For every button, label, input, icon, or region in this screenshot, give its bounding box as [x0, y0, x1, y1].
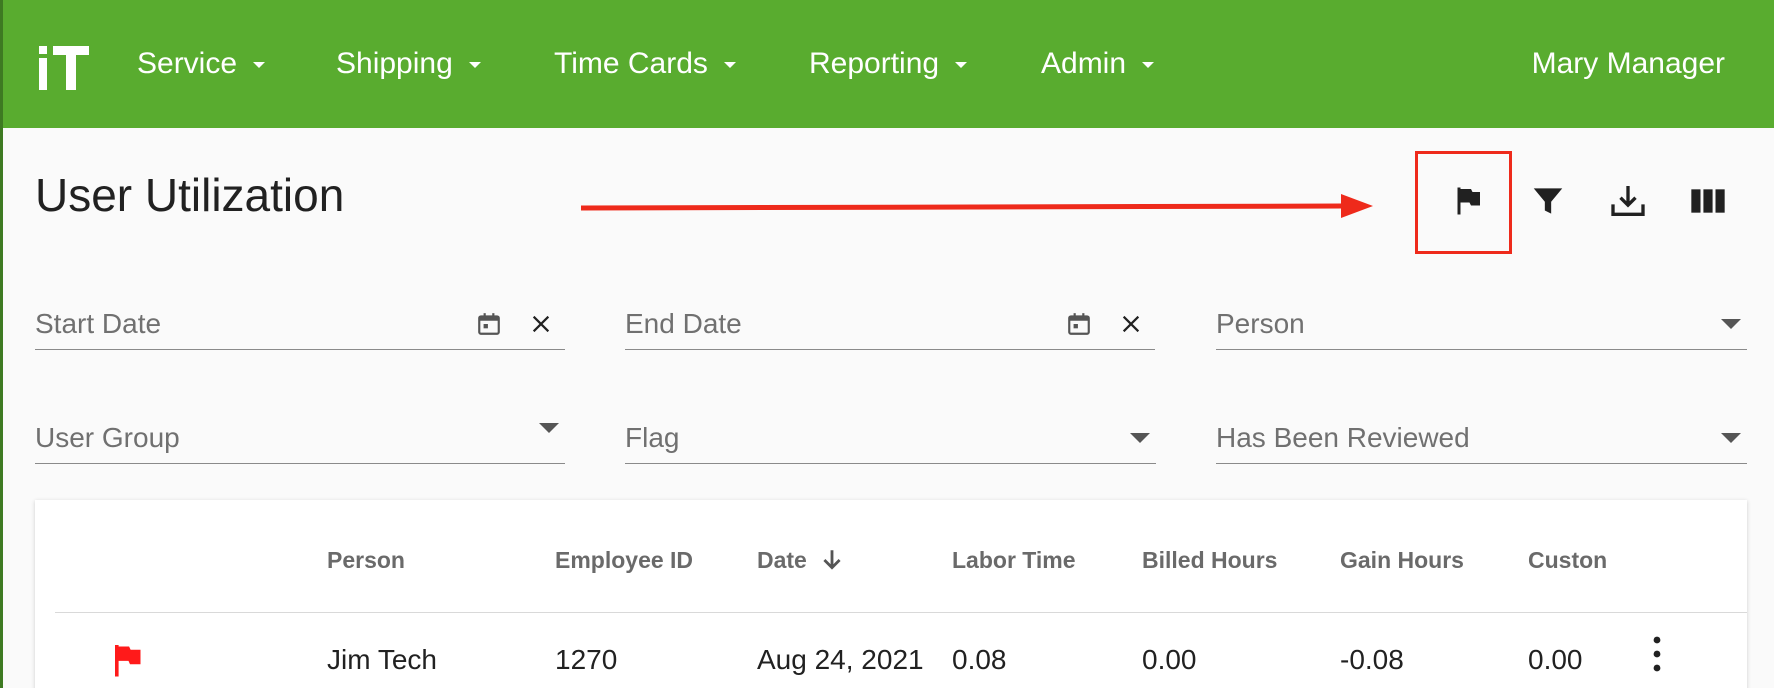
chevron-down-icon — [468, 62, 481, 68]
column-header-employee-id[interactable]: Employee ID — [555, 544, 693, 576]
chevron-down-icon — [955, 62, 968, 68]
cell-person: Jim Tech — [327, 644, 437, 675]
filter-icon — [1533, 188, 1563, 214]
person-select[interactable] — [1216, 294, 1747, 350]
clear-icon[interactable] — [527, 310, 555, 338]
nav-admin-label: Admin — [1041, 47, 1127, 80]
column-header-custom[interactable]: Custon — [1528, 544, 1607, 576]
column-header-label: Billed Hours — [1142, 546, 1278, 573]
end-date-input[interactable] — [625, 304, 1065, 344]
nav-shipping[interactable]: Shipping — [336, 44, 481, 84]
arrow-down-icon — [823, 550, 841, 570]
calendar-icon[interactable] — [475, 310, 503, 338]
flag-icon — [1457, 187, 1480, 215]
nav-reporting[interactable]: Reporting — [809, 44, 968, 84]
cell-employee-id: 1270 — [555, 644, 618, 675]
columns-button[interactable] — [1683, 176, 1733, 226]
column-header-label: Labor Time — [952, 546, 1076, 573]
has-been-reviewed-select[interactable] — [1216, 408, 1747, 464]
nav-reporting-label: Reporting — [809, 47, 940, 80]
has-been-reviewed-input[interactable] — [1216, 418, 1696, 458]
app-logo[interactable] — [37, 40, 91, 90]
chevron-down-icon[interactable] — [1130, 433, 1150, 443]
nav-time-cards-label: Time Cards — [554, 47, 708, 80]
user-group-select[interactable] — [35, 408, 565, 464]
more-vertical-icon — [1653, 636, 1661, 672]
start-date-input[interactable] — [35, 304, 475, 344]
cell-date: Aug 24, 2021 — [757, 644, 924, 675]
download-button[interactable] — [1603, 176, 1653, 226]
nav-shipping-label: Shipping — [336, 47, 453, 80]
column-header-gain-hours[interactable]: Gain Hours — [1340, 544, 1464, 576]
logo-icon — [39, 46, 89, 90]
column-header-billed-hours[interactable]: Billed Hours — [1142, 544, 1277, 576]
page-title: User Utilization — [35, 169, 345, 221]
end-date-field[interactable] — [625, 294, 1155, 350]
chevron-down-icon[interactable] — [539, 423, 559, 433]
calendar-icon[interactable] — [1065, 310, 1093, 338]
nav-admin[interactable]: Admin — [1041, 44, 1155, 84]
column-header-label: Date — [757, 546, 807, 573]
person-input[interactable] — [1216, 304, 1696, 344]
cell-billed-hours: 0.00 — [1142, 644, 1197, 675]
user-group-input[interactable] — [35, 418, 505, 458]
nav-service-label: Service — [137, 47, 238, 80]
download-icon — [1611, 186, 1645, 216]
nav-service[interactable]: Service — [137, 44, 266, 84]
column-header-date[interactable]: Date — [757, 544, 845, 576]
chevron-down-icon — [1142, 62, 1155, 68]
row-flag[interactable] — [109, 642, 145, 678]
filter-button[interactable] — [1523, 176, 1573, 226]
nav-time-cards[interactable]: Time Cards — [554, 44, 736, 84]
column-header-label: Gain Hours — [1340, 546, 1464, 573]
header-divider — [55, 612, 1747, 613]
column-header-label: Person — [327, 546, 405, 573]
column-header-label: Employee ID — [555, 546, 694, 573]
top-nav-bar: Service Shipping Time Cards Reporting Ad… — [3, 0, 1774, 128]
annotation-arrow — [581, 194, 1373, 218]
cell-custom: 0.00 — [1528, 644, 1583, 675]
flag-button[interactable] — [1443, 176, 1493, 226]
start-date-field[interactable] — [35, 294, 565, 350]
utilization-table: Person Employee ID Date Labor Time Bille… — [35, 500, 1747, 688]
columns-icon — [1691, 189, 1725, 213]
chevron-down-icon[interactable] — [1721, 433, 1741, 443]
cell-labor-time: 0.08 — [952, 644, 1007, 675]
flag-input[interactable] — [625, 418, 1095, 458]
chevron-down-icon — [723, 62, 736, 68]
flag-select[interactable] — [625, 408, 1156, 464]
clear-icon[interactable] — [1117, 310, 1145, 338]
app-window: Service Shipping Time Cards Reporting Ad… — [0, 0, 1774, 688]
column-header-person[interactable]: Person — [327, 544, 405, 576]
flag-icon — [115, 645, 141, 677]
user-menu[interactable]: Mary Manager — [1532, 44, 1725, 84]
cell-gain-hours: -0.08 — [1340, 644, 1404, 675]
user-name: Mary Manager — [1531, 47, 1725, 80]
column-header-labor-time[interactable]: Labor Time — [952, 544, 1076, 576]
chevron-down-icon[interactable] — [1721, 319, 1741, 329]
chevron-down-icon — [253, 62, 266, 68]
row-actions-button[interactable] — [1645, 636, 1669, 672]
column-header-label: Custon — [1528, 546, 1608, 573]
